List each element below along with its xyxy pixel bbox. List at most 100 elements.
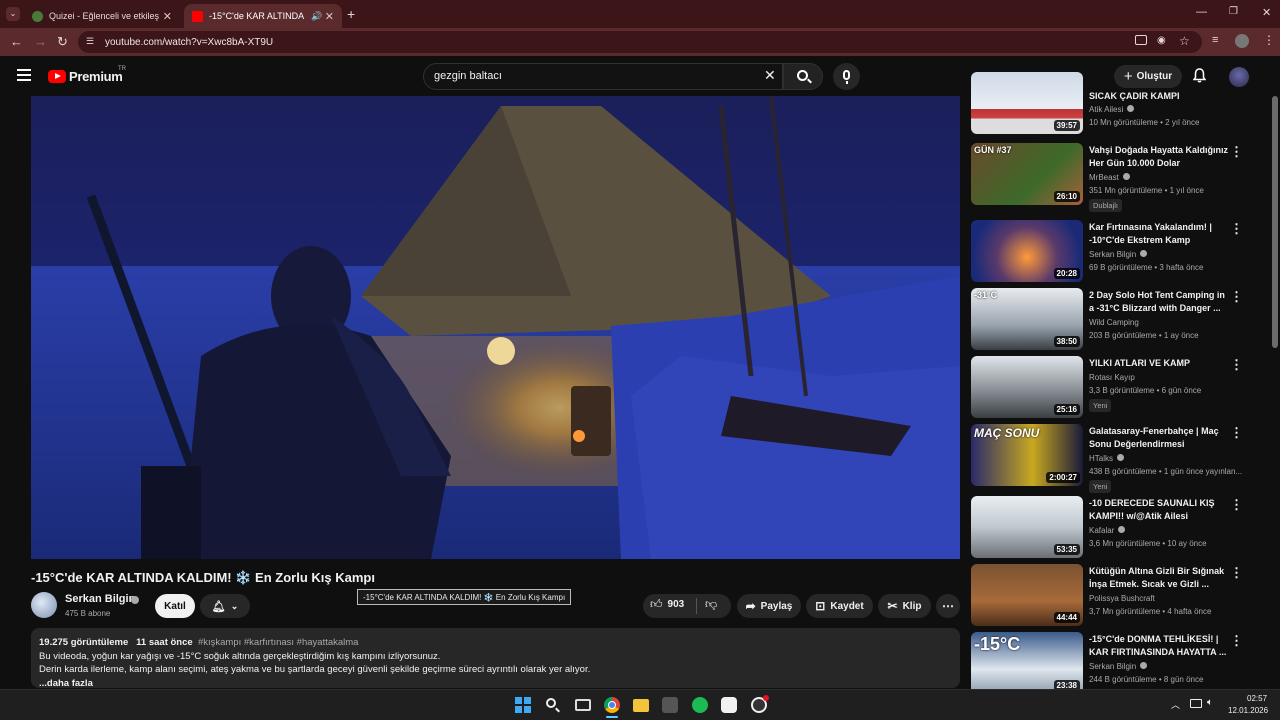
related-video-title[interactable]: SICAK ÇADIR KAMPI [1089, 90, 1229, 103]
video-thumbnail[interactable]: -15°C 23:38 [971, 632, 1083, 694]
related-video-card[interactable]: -31°C 38:50 2 Day Solo Hot Tent Camping in… [971, 288, 1271, 350]
monitor-icon[interactable] [1190, 699, 1202, 708]
clock-time[interactable]: 02:57 [1247, 694, 1267, 703]
more-options-icon[interactable]: ⋮ [1230, 633, 1243, 649]
url-text[interactable]: youtube.com/watch?v=Xwc8bA-XT9U [105, 37, 273, 48]
related-video-channel[interactable]: Wild Camping [1089, 318, 1139, 327]
related-video-title[interactable]: 2 Day Solo Hot Tent Camping in a -31°C B… [1089, 289, 1229, 315]
clear-search-icon[interactable]: ✕ [764, 67, 776, 84]
search-input[interactable]: gezgin baltacı [434, 70, 502, 82]
new-tab-button[interactable]: + [347, 6, 355, 22]
related-video-channel[interactable]: Rotası Kayıp [1089, 373, 1135, 382]
sidebar-scrollbar[interactable] [1272, 96, 1278, 348]
capcut-icon[interactable] [721, 697, 737, 713]
more-options-icon[interactable]: ⋮ [1230, 357, 1243, 373]
reading-list-icon[interactable]: ≡ [1212, 34, 1218, 46]
save-button[interactable]: ⊡ Kaydet [806, 594, 873, 618]
store-icon[interactable] [662, 697, 678, 713]
tab-quizei[interactable]: Quizei - Eğlenceli ve etkileşimli ✕ [24, 4, 180, 28]
description-box[interactable]: 19.275 görüntüleme 11 saat önce #kışkamp… [31, 628, 960, 691]
spotify-icon[interactable] [692, 697, 708, 713]
join-button[interactable]: Katıl [155, 594, 195, 618]
task-view-icon[interactable] [575, 699, 591, 711]
video-thumbnail[interactable]: GÜN #37 26:10 [971, 143, 1083, 205]
related-video-title[interactable]: Vahşi Doğada Hayatta Kaldığınız Her Gün … [1089, 144, 1229, 170]
video-thumbnail[interactable]: MAÇ SONU 2:00:27 [971, 424, 1083, 486]
related-video-card[interactable]: 44:44 Kütüğün Altına Gizli Bir Sığınak İn… [971, 564, 1271, 626]
more-options-icon[interactable]: ⋮ [1230, 221, 1243, 237]
close-icon[interactable]: ✕ [163, 10, 172, 23]
video-player[interactable] [31, 96, 960, 559]
related-video-card[interactable]: MAÇ SONU 2:00:27 Galatasaray-Fenerbahçe | … [971, 424, 1271, 493]
video-thumbnail[interactable]: 44:44 [971, 564, 1083, 626]
related-video-card[interactable]: -15°C 23:38 -15°C'de DONMA TEHLİKESİ! | KA… [971, 632, 1271, 694]
tab-youtube-video[interactable]: -15°C'de KAR ALTINDA KAL 🔊 ✕ [184, 4, 342, 28]
cast-icon[interactable] [1135, 35, 1147, 45]
taskbar-search-icon[interactable] [545, 697, 561, 713]
clip-button[interactable]: ✂ Klip [878, 594, 931, 618]
show-more-link[interactable]: ...daha fazla [39, 677, 952, 691]
like-button[interactable]: 👍︎ 903 [650, 597, 684, 612]
windows-start-icon[interactable] [515, 697, 531, 713]
related-video-title[interactable]: Galatasaray-Fenerbahçe | Maç Sonu Değerl… [1089, 425, 1229, 451]
site-info-icon[interactable]: ☰ [86, 36, 94, 47]
share-button[interactable]: ➦ Paylaş [737, 594, 801, 618]
more-options-icon[interactable]: ⋮ [1230, 425, 1243, 441]
related-video-channel[interactable]: Polissya Bushcraft [1089, 594, 1155, 603]
hashtags[interactable]: #kışkampı #karfırtınası #hayattakalma [198, 637, 359, 648]
subscribe-bell-button[interactable]: 🔔︎ ⌄ [200, 594, 250, 618]
chrome-icon[interactable] [604, 697, 620, 713]
minimize-icon[interactable]: — [1196, 6, 1207, 18]
eye-off-icon[interactable]: ◉ [1157, 35, 1166, 46]
more-options-icon[interactable]: ⋮ [1230, 144, 1243, 160]
voice-search-button[interactable] [833, 63, 860, 90]
related-video-title[interactable]: -15°C'de DONMA TEHLİKESİ! | KAR FIRTINAS… [1089, 633, 1229, 659]
related-video-title[interactable]: Kar Fırtınasına Yakalandım! | -10°C'de E… [1089, 221, 1229, 247]
window-close-icon[interactable]: ✕ [1262, 6, 1271, 19]
related-video-card[interactable]: 53:35 -10 DERECEDE SAUNALI KIŞ KAMPI!! w/… [971, 496, 1271, 558]
video-thumbnail[interactable]: -31°C 38:50 [971, 288, 1083, 350]
profile-avatar[interactable] [1235, 34, 1249, 48]
app-icon[interactable] [751, 695, 769, 713]
related-video-channel[interactable]: Serkan Bilgin [1089, 250, 1148, 259]
more-options-icon[interactable]: ⋮ [1230, 565, 1243, 581]
bookmark-star-icon[interactable]: ☆ [1179, 34, 1190, 48]
video-thumbnail[interactable]: 25:16 [971, 356, 1083, 418]
file-explorer-icon[interactable] [633, 699, 649, 712]
more-options-icon[interactable]: ⋮ [1230, 497, 1243, 513]
related-video-channel[interactable]: Kafalar [1089, 526, 1126, 535]
hamburger-menu-icon[interactable] [17, 69, 31, 81]
related-video-card[interactable]: 25:16 YILKI ATLARI VE KAMP Rotası Kayıp 3,3… [971, 356, 1271, 418]
search-button[interactable] [783, 63, 823, 90]
more-options-icon[interactable]: ⋮ [1230, 289, 1243, 305]
youtube-logo[interactable]: Premium [48, 69, 123, 84]
close-icon[interactable]: ✕ [325, 10, 334, 23]
dislike-button[interactable]: 👎︎ [705, 597, 717, 612]
speaker-icon[interactable]: 🔊 [311, 11, 322, 22]
channel-name[interactable]: Serkan Bilgin [65, 593, 135, 605]
related-video-card[interactable]: 39:57 SICAK ÇADIR KAMPI Atik Ailesi 10 Mn g… [971, 72, 1271, 134]
video-thumbnail[interactable]: 39:57 [971, 72, 1083, 134]
video-thumbnail[interactable]: 20:28 [971, 220, 1083, 282]
related-video-channel[interactable]: Atik Ailesi [1089, 105, 1135, 114]
reload-icon[interactable]: ↻ [57, 34, 68, 50]
related-video-card[interactable]: GÜN #37 26:10 Vahşi Doğada Hayatta Kaldığı… [971, 143, 1271, 212]
tab-search-icon[interactable]: ⌄ [6, 7, 20, 21]
back-icon[interactable]: ← [10, 34, 23, 49]
forward-icon[interactable]: → [34, 34, 47, 49]
channel-avatar[interactable] [31, 592, 57, 618]
related-video-title[interactable]: -10 DERECEDE SAUNALI KIŞ KAMPI!! w/@Atik… [1089, 497, 1229, 523]
volume-icon[interactable]: 🔈︎ [1207, 697, 1213, 708]
video-thumbnail[interactable]: 53:35 [971, 496, 1083, 558]
more-actions-button[interactable]: ⋯ [936, 594, 960, 618]
restore-icon[interactable]: ❐ [1229, 6, 1238, 17]
related-video-channel[interactable]: MrBeast [1089, 173, 1130, 182]
related-video-channel[interactable]: Serkan Bilgin [1089, 662, 1148, 671]
clock-date[interactable]: 12.01.2026 [1228, 706, 1268, 715]
related-video-title[interactable]: Kütüğün Altına Gizli Bir Sığınak İnşa Et… [1089, 565, 1229, 591]
related-video-channel[interactable]: HTalks [1089, 454, 1125, 463]
related-video-card[interactable]: 20:28 Kar Fırtınasına Yakalandım! | -10°C… [971, 220, 1271, 282]
tray-overflow-icon[interactable]: ︿ [1171, 698, 1180, 711]
related-video-title[interactable]: YILKI ATLARI VE KAMP [1089, 357, 1229, 370]
browser-menu-icon[interactable]: ⋮ [1263, 33, 1275, 47]
